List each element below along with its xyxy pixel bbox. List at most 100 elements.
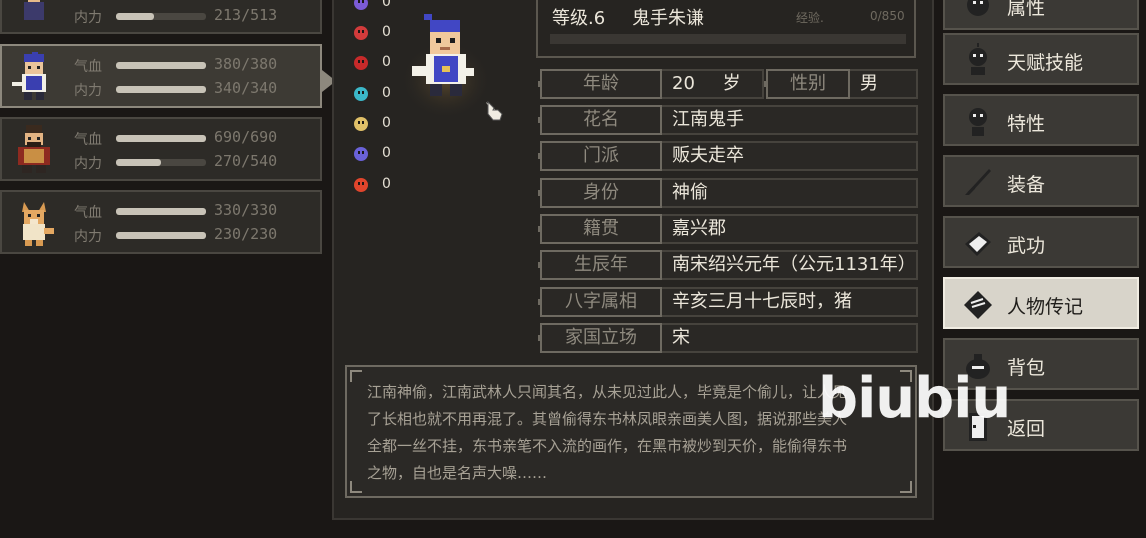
profile-label: 生辰年 [538, 250, 664, 280]
mp-label: 内力 [74, 229, 102, 245]
gender-label: 性别 [764, 69, 852, 99]
age-gender-row: 年龄 20 岁 性别 男 [538, 69, 918, 99]
menu-button-5[interactable]: 武功 [943, 216, 1139, 268]
hero-portrait-icon [24, 0, 44, 20]
exp-value: 0/850 [870, 9, 905, 23]
menu-button-label: 武功 [1007, 235, 1046, 257]
menu-button-6[interactable]: 人物传记 [943, 277, 1139, 329]
party-member-card[interactable]: 气血 330/330 内力 230/230 [0, 190, 322, 254]
biography-line: 全都一丝不挂，东书亲笔不入流的画作，在黑市被炒到天价，能偷得东书 [367, 437, 848, 455]
profile-value: 嘉兴郡 [662, 214, 918, 244]
mp-bar-fill [116, 159, 161, 166]
mp-value: 340/340 [214, 79, 278, 97]
trait-icon [969, 108, 987, 136]
biography-line: 江南神偷，江南武林人只闻其名，从未见过此人，毕竟是个偷儿，让人见 [367, 383, 848, 401]
status-count: 0 [382, 115, 391, 131]
hp-label: 气血 [74, 132, 102, 148]
party-member-card-selected[interactable]: 气血 380/380 内力 340/340 [0, 44, 322, 108]
status-effect: 0 [352, 54, 396, 74]
level-text: 等级.6 [552, 8, 606, 29]
menu-button-label: 属性 [1007, 0, 1046, 19]
profile-value: 辛亥三月十七辰时，猪 [662, 287, 918, 317]
hp-bar-fill [116, 208, 206, 215]
hp-bar [116, 135, 206, 142]
age-label: 年龄 [538, 69, 664, 99]
mp-label: 内力 [74, 83, 102, 99]
status-count: 0 [382, 54, 391, 70]
red-poison-icon [354, 56, 368, 70]
mp-bar-fill [116, 232, 206, 239]
hp-value: 330/330 [214, 201, 278, 219]
hp-bar-fill [116, 62, 206, 69]
fire-icon [354, 178, 368, 192]
mp-bar [116, 13, 206, 20]
mp-bar [116, 86, 206, 93]
talent-skill-icon [969, 43, 987, 75]
menu-button-2[interactable]: 天赋技能 [943, 33, 1139, 85]
mp-value: 230/230 [214, 225, 278, 243]
biography-scroll-icon [964, 291, 992, 319]
mp-row: 内力 270/540 [74, 152, 314, 172]
biography-line: 之物，自也是名声大噪…… [367, 464, 548, 482]
profile-row: 八字属相 辛亥三月十七辰时，猪 [538, 287, 918, 317]
character-name: 鬼手朱谦 [632, 8, 704, 29]
hp-row: 气血 330/330 [74, 201, 314, 221]
mp-bar-fill [116, 86, 206, 93]
profile-label: 门派 [538, 141, 664, 171]
menu-button-3[interactable]: 特性 [943, 94, 1139, 146]
mp-label: 内力 [74, 10, 102, 26]
mp-bar [116, 232, 206, 239]
sword-icon [965, 169, 991, 195]
profile-value: 宋 [662, 323, 918, 353]
menu-button-label: 返回 [1007, 418, 1046, 440]
age-value-box: 20 岁 [662, 69, 764, 99]
profile-label: 花名 [538, 105, 664, 135]
warrior-portrait-icon [18, 125, 50, 173]
hp-row: 气血 690/690 [74, 128, 314, 148]
menu-button-label: 人物传记 [1007, 296, 1084, 318]
profile-label: 身份 [538, 178, 664, 208]
profile-row: 生辰年 南宋绍兴元年（公元1131年） [538, 250, 918, 280]
age-value: 20 [672, 73, 695, 94]
status-count: 0 [382, 24, 391, 40]
status-effect: 0 [352, 0, 396, 14]
hp-bar [116, 208, 206, 215]
mp-bar-fill [116, 13, 154, 20]
status-count: 0 [382, 0, 391, 10]
fox-portrait-icon [22, 202, 54, 246]
martial-book-icon [965, 232, 991, 256]
party-member-card[interactable]: 内力 213/513 [0, 0, 322, 34]
hp-row: 气血 380/380 [74, 55, 314, 75]
mp-value: 270/540 [214, 152, 278, 170]
ornament-corner [350, 481, 362, 493]
menu-button-1[interactable]: 属性 [943, 0, 1139, 30]
status-effect: 0 [352, 176, 396, 196]
purple-skull-icon [354, 0, 368, 10]
age-unit: 岁 [722, 73, 741, 94]
hero-portrait-icon [12, 52, 46, 100]
mp-bar [116, 159, 206, 166]
blue-mask-icon [354, 147, 368, 161]
party-member-card[interactable]: 气血 690/690 内力 270/540 [0, 117, 322, 181]
ornament-corner [350, 370, 362, 382]
attributes-icon [967, 0, 989, 16]
mp-row: 内力 213/513 [74, 6, 314, 26]
profile-row: 籍贯 嘉兴郡 [538, 214, 918, 244]
profile-label: 籍贯 [538, 214, 664, 244]
watermark-text: biubiu [818, 366, 1011, 431]
mp-row: 内力 230/230 [74, 225, 314, 245]
biography-line: 了长相也就不用再混了。其曾偷得东书林凤眼亲画美人图，据说那些美人 [367, 410, 848, 428]
gender-value: 男 [850, 69, 918, 99]
party-list: 内力 213/513 气血 380/380 内力 340/340 气血 690/… [0, 0, 336, 538]
status-effect: 0 [352, 85, 396, 105]
status-count: 0 [382, 145, 391, 161]
hp-value: 380/380 [214, 55, 278, 73]
mp-label: 内力 [74, 156, 102, 172]
profile-row: 家国立场宋 [538, 323, 918, 353]
hp-bar [116, 62, 206, 69]
status-effect: 0 [352, 24, 396, 44]
profile-row: 门派 贩夫走卒 [538, 141, 918, 171]
profile-value: 南宋绍兴元年（公元1131年） [662, 250, 918, 280]
menu-button-4[interactable]: 装备 [943, 155, 1139, 207]
status-effect: 0 [352, 145, 396, 165]
